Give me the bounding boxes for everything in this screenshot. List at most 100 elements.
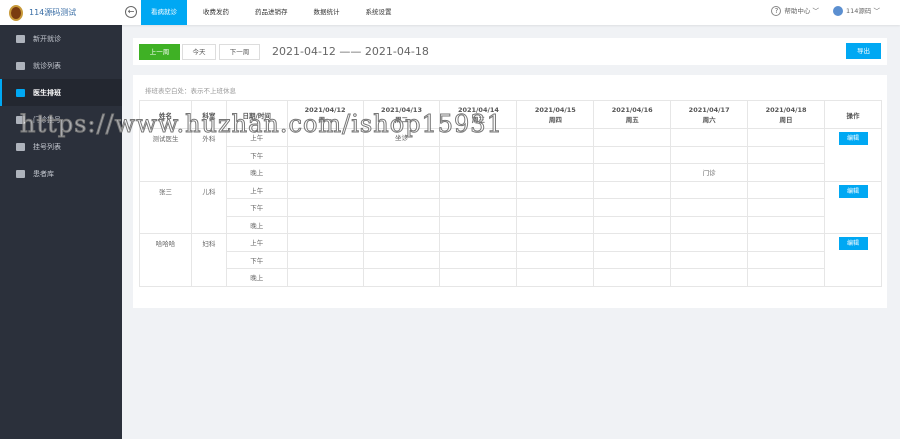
schedule-cell[interactable] bbox=[593, 215, 672, 234]
tab-4[interactable]: 系统设置 bbox=[356, 0, 402, 25]
day-date: 2021/04/16 bbox=[611, 105, 653, 114]
schedule-cell[interactable] bbox=[286, 145, 364, 164]
schedule-cell[interactable]: 坐诊 bbox=[362, 128, 441, 147]
schedule-cell[interactable] bbox=[439, 145, 518, 164]
sidebar-item-4[interactable]: 挂号列表 bbox=[0, 133, 122, 160]
schedule-cell[interactable] bbox=[286, 163, 364, 182]
schedule-cell[interactable] bbox=[286, 250, 364, 269]
schedule-cell[interactable] bbox=[362, 145, 441, 164]
sidebar-item-label: 就诊列表 bbox=[33, 61, 61, 70]
table-row: 晚上 门诊 bbox=[140, 163, 882, 182]
edit-button[interactable]: 编辑 bbox=[838, 184, 868, 198]
schedule-cell[interactable] bbox=[439, 250, 518, 269]
schedule-cell[interactable] bbox=[362, 215, 441, 234]
schedule-cell[interactable] bbox=[439, 163, 518, 182]
export-button[interactable]: 导出 bbox=[846, 43, 881, 59]
schedule-cell[interactable] bbox=[516, 198, 595, 217]
schedule-cell[interactable] bbox=[516, 128, 595, 147]
schedule-cell[interactable] bbox=[439, 128, 518, 147]
schedule-cell[interactable] bbox=[747, 250, 825, 269]
period-label: 上午 bbox=[225, 128, 288, 147]
schedule-cell[interactable]: 门诊 bbox=[670, 163, 749, 182]
edit-button[interactable]: 编辑 bbox=[838, 237, 868, 250]
logo[interactable]: 114源码测试 bbox=[0, 0, 122, 25]
schedule-cell[interactable] bbox=[670, 233, 749, 252]
period-label: 晚上 bbox=[225, 268, 288, 287]
schedule-cell[interactable] bbox=[670, 250, 749, 269]
schedule-cell[interactable] bbox=[286, 180, 364, 199]
schedule-cell[interactable] bbox=[747, 198, 825, 217]
schedule-cell[interactable] bbox=[670, 145, 749, 164]
today-button[interactable]: 今天 bbox=[182, 44, 216, 60]
schedule-cell[interactable] bbox=[670, 215, 749, 234]
schedule-cell[interactable] bbox=[362, 163, 441, 182]
schedule-cell[interactable] bbox=[670, 268, 749, 287]
schedule-cell[interactable] bbox=[286, 233, 364, 252]
schedule-cell[interactable] bbox=[362, 233, 441, 252]
header-day: 2021/04/18 周日 bbox=[747, 100, 825, 129]
schedule-cell[interactable] bbox=[593, 250, 672, 269]
schedule-cell[interactable] bbox=[362, 180, 441, 199]
tab-2[interactable]: 药品进销存 bbox=[245, 0, 298, 25]
schedule-cell[interactable] bbox=[286, 128, 364, 147]
sidebar-item-0[interactable]: 新开就诊 bbox=[0, 25, 122, 52]
schedule-cell[interactable] bbox=[747, 215, 825, 234]
schedule-cell[interactable] bbox=[670, 198, 749, 217]
day-date: 2021/04/12 bbox=[304, 105, 346, 114]
user-menu[interactable]: 114源码 ﹀ bbox=[833, 5, 880, 16]
schedule-cell[interactable] bbox=[516, 233, 595, 252]
schedule-cell[interactable] bbox=[516, 250, 595, 269]
schedule-cell[interactable] bbox=[439, 180, 518, 199]
schedule-cell[interactable] bbox=[439, 198, 518, 217]
schedule-cell[interactable] bbox=[516, 268, 595, 287]
day-week: 周一 bbox=[318, 115, 332, 124]
doctor-name: 测试医生 bbox=[139, 128, 192, 182]
schedule-cell[interactable] bbox=[516, 215, 595, 234]
schedule-cell[interactable] bbox=[593, 163, 672, 182]
doctor-dept: 外科 bbox=[190, 128, 227, 182]
schedule-cell[interactable] bbox=[593, 233, 672, 252]
schedule-cell[interactable] bbox=[747, 128, 825, 147]
tab-3[interactable]: 数据统计 bbox=[304, 0, 350, 25]
schedule-cell[interactable] bbox=[747, 163, 825, 182]
schedule-cell[interactable] bbox=[593, 198, 672, 217]
schedule-cell[interactable] bbox=[747, 180, 825, 199]
schedule-cell[interactable] bbox=[593, 128, 672, 147]
sidebar-item-1[interactable]: 就诊列表 bbox=[0, 52, 122, 79]
edit-button[interactable]: 编辑 bbox=[838, 132, 868, 145]
schedule-cell[interactable] bbox=[516, 163, 595, 182]
schedule-cell[interactable] bbox=[362, 198, 441, 217]
tab-1[interactable]: 收费发药 bbox=[193, 0, 239, 25]
tab-0[interactable]: 看病就诊 bbox=[141, 0, 187, 25]
schedule-cell[interactable] bbox=[747, 268, 825, 287]
sidebar-item-3[interactable]: 门诊挂号 bbox=[0, 106, 122, 133]
help-center-menu[interactable]: ? 帮助中心 ﹀ bbox=[771, 5, 819, 16]
schedule-cell[interactable] bbox=[439, 215, 518, 234]
schedule-cell[interactable] bbox=[362, 250, 441, 269]
schedule-cell[interactable] bbox=[286, 215, 364, 234]
collapse-sidebar-icon[interactable]: ← bbox=[125, 6, 137, 18]
sidebar-item-5[interactable]: 患者库 bbox=[0, 160, 122, 187]
schedule-cell[interactable] bbox=[593, 180, 672, 199]
schedule-cell[interactable] bbox=[593, 268, 672, 287]
schedule-cell[interactable] bbox=[593, 145, 672, 164]
table-row: 晚上 bbox=[140, 268, 882, 287]
schedule-cell[interactable] bbox=[286, 268, 364, 287]
schedule-cell[interactable] bbox=[439, 268, 518, 287]
schedule-cell[interactable] bbox=[670, 128, 749, 147]
sidebar-item-2[interactable]: 医生排班 bbox=[0, 79, 122, 106]
prev-week-button[interactable]: 上一周 bbox=[139, 44, 180, 60]
schedule-cell[interactable] bbox=[516, 145, 595, 164]
schedule-cell[interactable] bbox=[670, 180, 749, 199]
period-label: 下午 bbox=[225, 250, 288, 269]
next-week-button[interactable]: 下一周 bbox=[219, 44, 260, 60]
schedule-table: 姓名 科室 日期/时间 2021/04/12 周一 2021/04/13 周二 2021/04… bbox=[139, 100, 882, 287]
day-date: 2021/04/13 bbox=[381, 105, 422, 114]
schedule-cell[interactable] bbox=[747, 145, 825, 164]
header-name: 姓名 bbox=[139, 100, 192, 129]
schedule-cell[interactable] bbox=[439, 233, 518, 252]
schedule-cell[interactable] bbox=[362, 268, 441, 287]
schedule-cell[interactable] bbox=[747, 233, 825, 252]
schedule-cell[interactable] bbox=[286, 198, 364, 217]
schedule-cell[interactable] bbox=[516, 180, 595, 199]
